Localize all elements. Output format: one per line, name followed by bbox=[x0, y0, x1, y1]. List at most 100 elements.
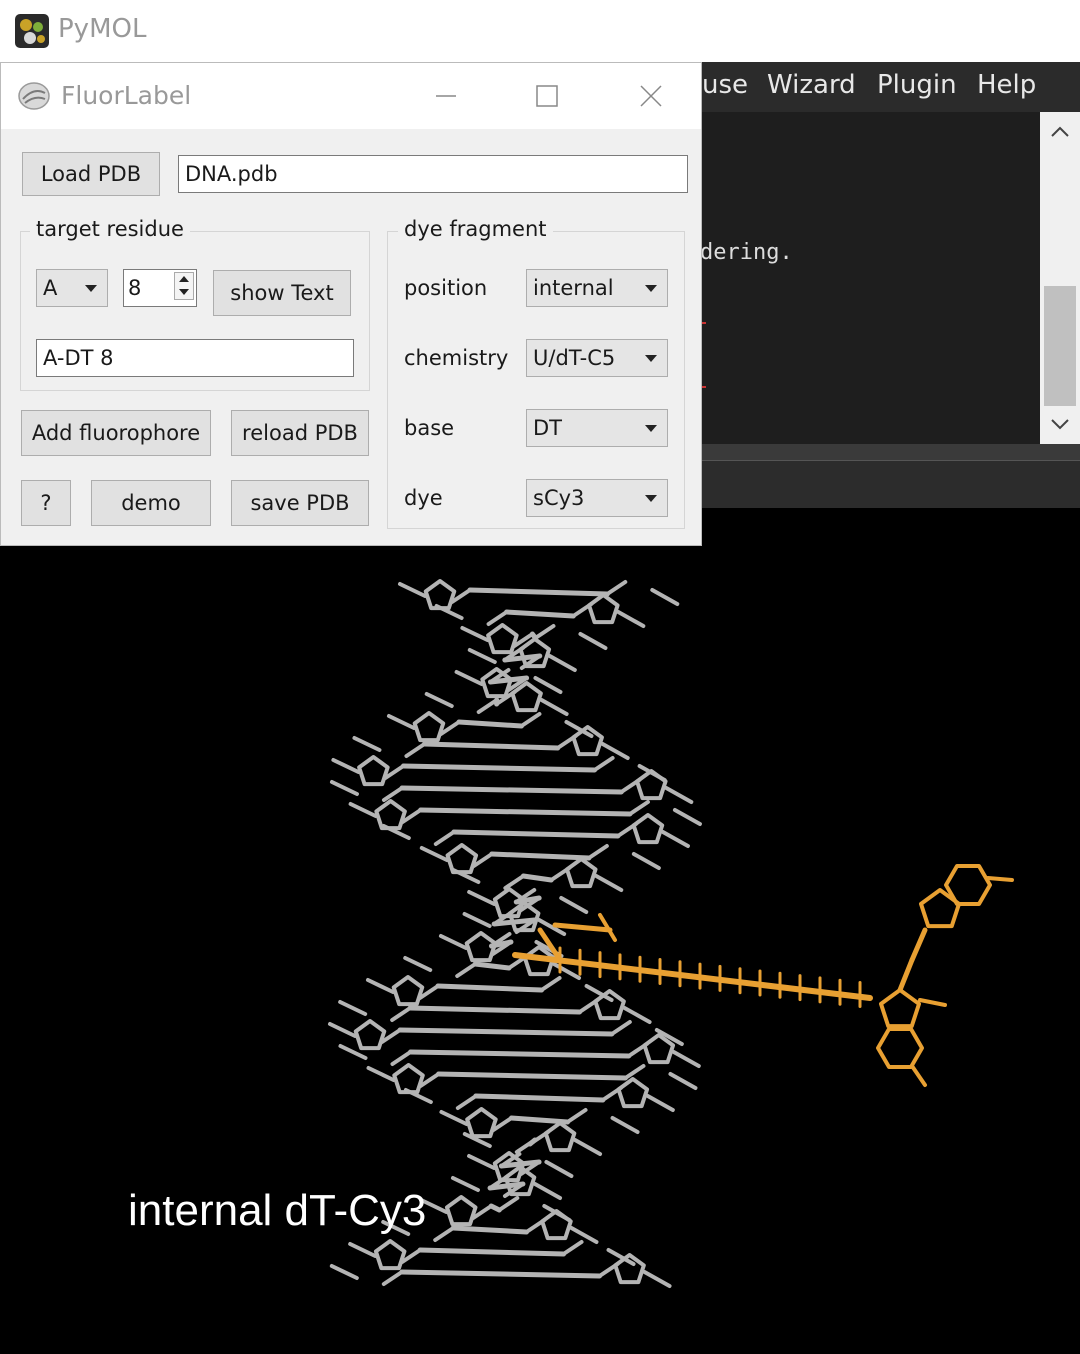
menu-help[interactable]: Help bbox=[977, 70, 1036, 100]
phosphate-bond bbox=[330, 1024, 355, 1036]
target-residue-title: target residue bbox=[30, 217, 190, 241]
menu-plugin[interactable]: Plugin bbox=[877, 70, 957, 100]
chemistry-select[interactable]: U/dT-C5 bbox=[526, 339, 668, 377]
backbone-bond bbox=[607, 582, 625, 594]
phosphate-bond bbox=[561, 898, 586, 912]
chevron-down-icon bbox=[645, 425, 657, 432]
load-pdb-button[interactable]: Load PDB bbox=[22, 152, 160, 196]
base-select[interactable]: DT bbox=[526, 409, 668, 447]
phosphate-bond bbox=[422, 848, 447, 860]
command-line[interactable] bbox=[700, 460, 1080, 509]
position-value: internal bbox=[533, 276, 614, 300]
save-pdb-button[interactable]: save PDB bbox=[231, 480, 369, 526]
dye-substituent bbox=[920, 1000, 945, 1005]
sugar-ring bbox=[634, 815, 663, 842]
app-title: PyMOL bbox=[58, 14, 146, 44]
show-text-button[interactable]: show Text bbox=[213, 270, 351, 316]
sugar-ring bbox=[615, 1255, 644, 1282]
dye-methine bbox=[900, 960, 912, 990]
scroll-thumb[interactable] bbox=[1044, 286, 1076, 406]
base-pair bbox=[475, 964, 509, 968]
scroll-up-icon[interactable] bbox=[1040, 112, 1080, 148]
phosphate-bond bbox=[575, 1140, 600, 1154]
scroll-down-icon[interactable] bbox=[1040, 408, 1080, 444]
close-icon bbox=[639, 84, 663, 108]
minimize-button[interactable] bbox=[421, 73, 471, 119]
residue-label-field[interactable]: A-DT 8 bbox=[36, 339, 354, 377]
phosphate-bond bbox=[645, 1272, 670, 1286]
phosphate-bond bbox=[546, 1162, 571, 1176]
chemistry-value: U/dT-C5 bbox=[533, 346, 615, 370]
base-pair bbox=[454, 832, 618, 836]
console-scrollbar[interactable] bbox=[1040, 112, 1080, 444]
phosphate-bond bbox=[453, 1178, 478, 1190]
sugar-ring bbox=[467, 1109, 496, 1136]
phosphate-bond bbox=[333, 760, 358, 772]
backbone-bond bbox=[457, 964, 475, 976]
base-pair bbox=[424, 744, 557, 748]
dye-label: dye bbox=[404, 486, 443, 510]
phosphate-bond bbox=[405, 958, 430, 970]
backbone-bond bbox=[521, 714, 539, 726]
phosphate-bond bbox=[469, 1156, 494, 1168]
stepper-arrows[interactable] bbox=[174, 272, 194, 300]
phosphate-bond bbox=[571, 1228, 596, 1242]
backbone-bond bbox=[568, 1110, 586, 1122]
sugar-ring bbox=[447, 1197, 476, 1224]
phosphate-bond bbox=[351, 804, 376, 816]
minimize-icon bbox=[434, 84, 458, 108]
chevron-down-icon bbox=[645, 355, 657, 362]
demo-button[interactable]: demo bbox=[91, 480, 211, 526]
pdb-file-input[interactable]: DNA.pdb bbox=[178, 155, 688, 193]
backbone-bond bbox=[542, 978, 560, 990]
phosphate-bond bbox=[634, 854, 659, 868]
phosphate-bond bbox=[613, 1118, 638, 1132]
add-fluorophore-button[interactable]: Add fluorophore bbox=[21, 410, 211, 456]
sugar-ring bbox=[356, 1021, 385, 1048]
phosphate-bond bbox=[670, 1074, 695, 1088]
sugar-ring bbox=[573, 727, 602, 754]
fluorlabel-dialog: FluorLabel Load PDB DNA.pdb target resid… bbox=[0, 62, 702, 546]
stepper-up-icon[interactable] bbox=[179, 276, 189, 282]
dialog-titlebar[interactable]: FluorLabel bbox=[1, 63, 701, 129]
residue-number-stepper[interactable]: 8 bbox=[123, 269, 197, 307]
close-button[interactable] bbox=[626, 73, 676, 119]
phosphate-bond bbox=[666, 788, 691, 802]
phosphate-bond bbox=[618, 612, 643, 626]
phosphate-bond bbox=[663, 832, 688, 846]
phosphate-bond bbox=[462, 628, 487, 640]
phosphate-bond bbox=[580, 634, 605, 648]
chain-select[interactable]: A bbox=[36, 269, 108, 307]
chevron-down-icon bbox=[85, 285, 97, 292]
help-button[interactable]: ? bbox=[21, 480, 71, 526]
backbone-bond bbox=[612, 1022, 630, 1034]
pymol-logo-icon bbox=[14, 13, 50, 49]
phosphate-bond bbox=[465, 914, 490, 926]
base-pair bbox=[439, 1074, 626, 1078]
backbone-bond bbox=[489, 612, 507, 624]
sugar-ring bbox=[567, 859, 596, 886]
console-line: dering. bbox=[700, 240, 793, 265]
menu-wizard[interactable]: Wizard bbox=[767, 70, 856, 100]
menu-mouse[interactable]: use bbox=[702, 70, 748, 100]
chain-value: A bbox=[43, 276, 57, 300]
backbone-bond bbox=[630, 802, 648, 814]
position-select[interactable]: internal bbox=[526, 269, 668, 307]
dye-value: sCy3 bbox=[533, 486, 584, 510]
sugar-ring bbox=[394, 1065, 423, 1092]
dialog-title: FluorLabel bbox=[61, 81, 191, 110]
sugar-ring bbox=[415, 713, 444, 740]
backbone-bond bbox=[499, 1198, 517, 1210]
position-label: position bbox=[404, 276, 487, 300]
reload-pdb-button[interactable]: reload PDB bbox=[231, 410, 369, 456]
sugar-ring bbox=[488, 625, 517, 652]
backbone-bond bbox=[458, 1096, 476, 1108]
dye-linker bbox=[515, 955, 870, 998]
maximize-button[interactable] bbox=[522, 73, 572, 119]
base-pair bbox=[438, 986, 542, 990]
sugar-ring bbox=[512, 683, 541, 710]
phosphate-bond bbox=[350, 1244, 375, 1256]
dye-ring bbox=[946, 866, 990, 904]
stepper-down-icon[interactable] bbox=[179, 289, 189, 295]
dye-select[interactable]: sCy3 bbox=[526, 479, 668, 517]
